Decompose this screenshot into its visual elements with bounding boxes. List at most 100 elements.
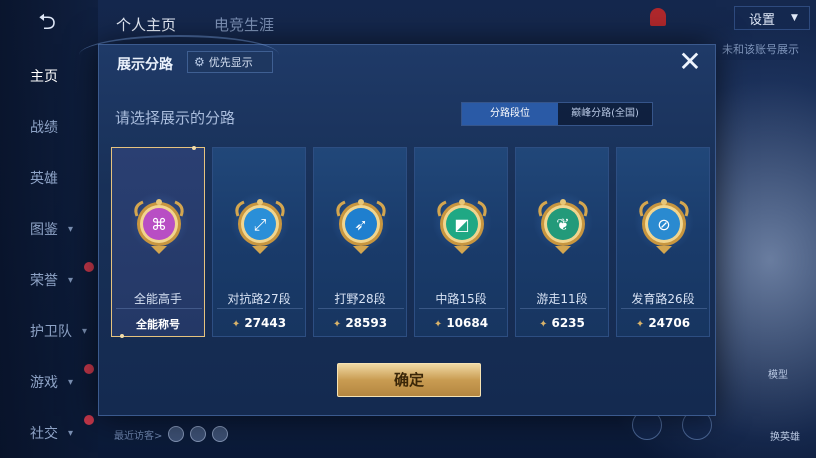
all-round-emblem-icon: ⌘ <box>134 199 184 254</box>
lane-score-value: 27443 <box>244 316 287 330</box>
lane-card[interactable]: ◩ 中路15段 ✦ 10684 <box>414 147 508 337</box>
score-icon: ✦ <box>635 319 645 330</box>
lane-card[interactable]: ⌘ 全能高手全能称号 <box>111 146 205 338</box>
priority-display-label: 优先显示 <box>208 56 253 69</box>
lane-score-value: 28593 <box>345 316 388 330</box>
flag-icon <box>650 8 666 26</box>
back-arrow-icon[interactable]: ⮌ <box>26 12 68 34</box>
corner-dot <box>120 334 124 338</box>
gear-icon: ⚙ <box>194 55 205 69</box>
lane-card[interactable]: ➶ 打野28段 ✦ 28593 <box>313 147 407 337</box>
avatar[interactable] <box>168 426 185 442</box>
top-tabs: 个人主页 电竞生涯 <box>116 14 274 35</box>
avatar[interactable] <box>212 426 229 442</box>
settings-button[interactable]: 设置 ▼ <box>734 6 810 30</box>
svg-text:➶: ➶ <box>354 215 367 234</box>
lane-name: 对抗路27段 <box>227 292 291 306</box>
sidebar-item[interactable]: 护卫队 ▾ <box>0 319 98 343</box>
lane-score: 全能称号 <box>112 316 204 332</box>
sidebar-item[interactable]: 战绩 <box>0 115 98 139</box>
recent-visitors[interactable]: 最近访客> <box>114 426 229 442</box>
lane-score-value: 10684 <box>446 316 489 330</box>
new-badge <box>84 364 94 374</box>
divider <box>520 308 606 309</box>
dialog-subtitle: 请选择展示的分路 <box>115 109 236 127</box>
lane-score: ✦ 6235 <box>516 316 608 330</box>
sidebar-item-label: 图鉴 <box>30 222 58 238</box>
dialog-title: 展示分路 <box>117 57 173 73</box>
roam-emblem-icon: ❦ <box>538 199 588 254</box>
lane-card[interactable]: ⊘ 发育路26段 ✦ 24706 <box>616 147 710 337</box>
lane-name: 全能高手 <box>133 292 182 306</box>
chevron-down-icon: ▾ <box>82 325 88 337</box>
sidebar-item[interactable]: 图鉴 ▾ <box>0 217 98 241</box>
jungle-emblem-icon: ➶ <box>336 199 386 254</box>
sidebar-item-label: 战绩 <box>30 120 58 136</box>
model-label: 模型 <box>768 370 788 381</box>
display-tag: 未和该账号展示 <box>716 40 800 60</box>
sidebar-item[interactable]: 社交 ▾ <box>0 415 98 445</box>
lane-score-value: 24706 <box>648 316 691 330</box>
segment-control: 分路段位 巅峰分路(全国) <box>461 102 653 126</box>
divider <box>419 308 505 309</box>
lane-card[interactable]: ⤢ 对抗路27段 ✦ 27443 <box>212 147 306 337</box>
model-button[interactable]: 模型 <box>768 366 788 381</box>
score-icon: ✦ <box>231 319 241 330</box>
svg-text:⌘: ⌘ <box>151 215 167 234</box>
score-icon: ✦ <box>332 319 342 330</box>
sidebar-item[interactable]: 英雄 <box>0 166 98 190</box>
divider <box>116 308 202 309</box>
divider <box>621 308 707 309</box>
svg-text:◩: ◩ <box>454 215 469 234</box>
chevron-down-icon: ▼ <box>791 13 798 23</box>
settings-label: 设置 <box>749 12 776 28</box>
lane-score-value: 6235 <box>551 316 585 330</box>
close-icon[interactable]: ✕ <box>675 47 705 77</box>
score-icon: ✦ <box>433 319 443 330</box>
lane-card[interactable]: ❦ 游走11段 ✦ 6235 <box>515 147 609 337</box>
change-hero-label: 换英雄 <box>770 432 800 443</box>
priority-display-button[interactable]: ⚙ 优先显示 <box>187 51 273 73</box>
sidebar-item[interactable]: 游戏 ▾ <box>0 364 98 394</box>
sidebar-item-label: 社交 <box>30 426 58 442</box>
sidebar-item-label: 荣誉 <box>30 273 58 289</box>
lane-name: 中路15段 <box>435 292 487 306</box>
tab-lane-rank[interactable]: 分路段位 <box>462 103 558 125</box>
new-badge <box>84 262 94 272</box>
corner-dot <box>192 146 196 150</box>
sidebar-item[interactable]: 荣誉 ▾ <box>0 262 98 292</box>
change-hero-button[interactable]: 换英雄 <box>770 428 800 443</box>
confirm-button[interactable]: 确定 <box>337 363 481 397</box>
mid-lane-emblem-icon: ◩ <box>437 199 487 254</box>
farm-lane-emblem-icon: ⊘ <box>639 199 689 254</box>
lane-score: ✦ 10684 <box>415 316 507 330</box>
tab-esports[interactable]: 电竞生涯 <box>214 14 274 35</box>
divider <box>217 308 303 309</box>
chevron-down-icon: ▾ <box>68 274 74 286</box>
lane-score: ✦ 27443 <box>213 316 305 330</box>
sidebar-item-label: 游戏 <box>30 375 58 391</box>
chevron-down-icon: ▾ <box>68 376 74 388</box>
lane-name: 发育路26段 <box>631 292 695 306</box>
svg-text:⤢: ⤢ <box>254 215 267 234</box>
status-badge <box>646 6 726 32</box>
lane-score-value: 全能称号 <box>136 318 180 331</box>
lane-name: 打野28段 <box>334 292 386 306</box>
new-badge <box>84 415 94 425</box>
lane-score: ✦ 24706 <box>617 316 709 330</box>
tab-profile[interactable]: 个人主页 <box>116 14 176 35</box>
svg-text:⊘: ⊘ <box>657 215 670 234</box>
score-icon: ✦ <box>539 319 548 330</box>
sidebar-item-label: 护卫队 <box>30 324 72 340</box>
tab-peak-lane[interactable]: 巅峰分路(全国) <box>558 103 652 125</box>
lane-score: ✦ 28593 <box>314 316 406 330</box>
chevron-down-icon: ▾ <box>68 427 74 439</box>
svg-text:❦: ❦ <box>556 215 569 234</box>
divider <box>318 308 404 309</box>
recent-visitors-label: 最近访客> <box>114 430 163 442</box>
sidebar-item-label: 英雄 <box>30 171 58 187</box>
lane-name: 游走11段 <box>536 292 588 306</box>
avatar[interactable] <box>190 426 207 442</box>
display-lane-dialog: 展示分路 ⚙ 优先显示 ✕ 请选择展示的分路 分路段位 巅峰分路(全国) ⌘ 全能… <box>79 35 716 416</box>
sidebar-item-label: 主页 <box>30 69 58 85</box>
